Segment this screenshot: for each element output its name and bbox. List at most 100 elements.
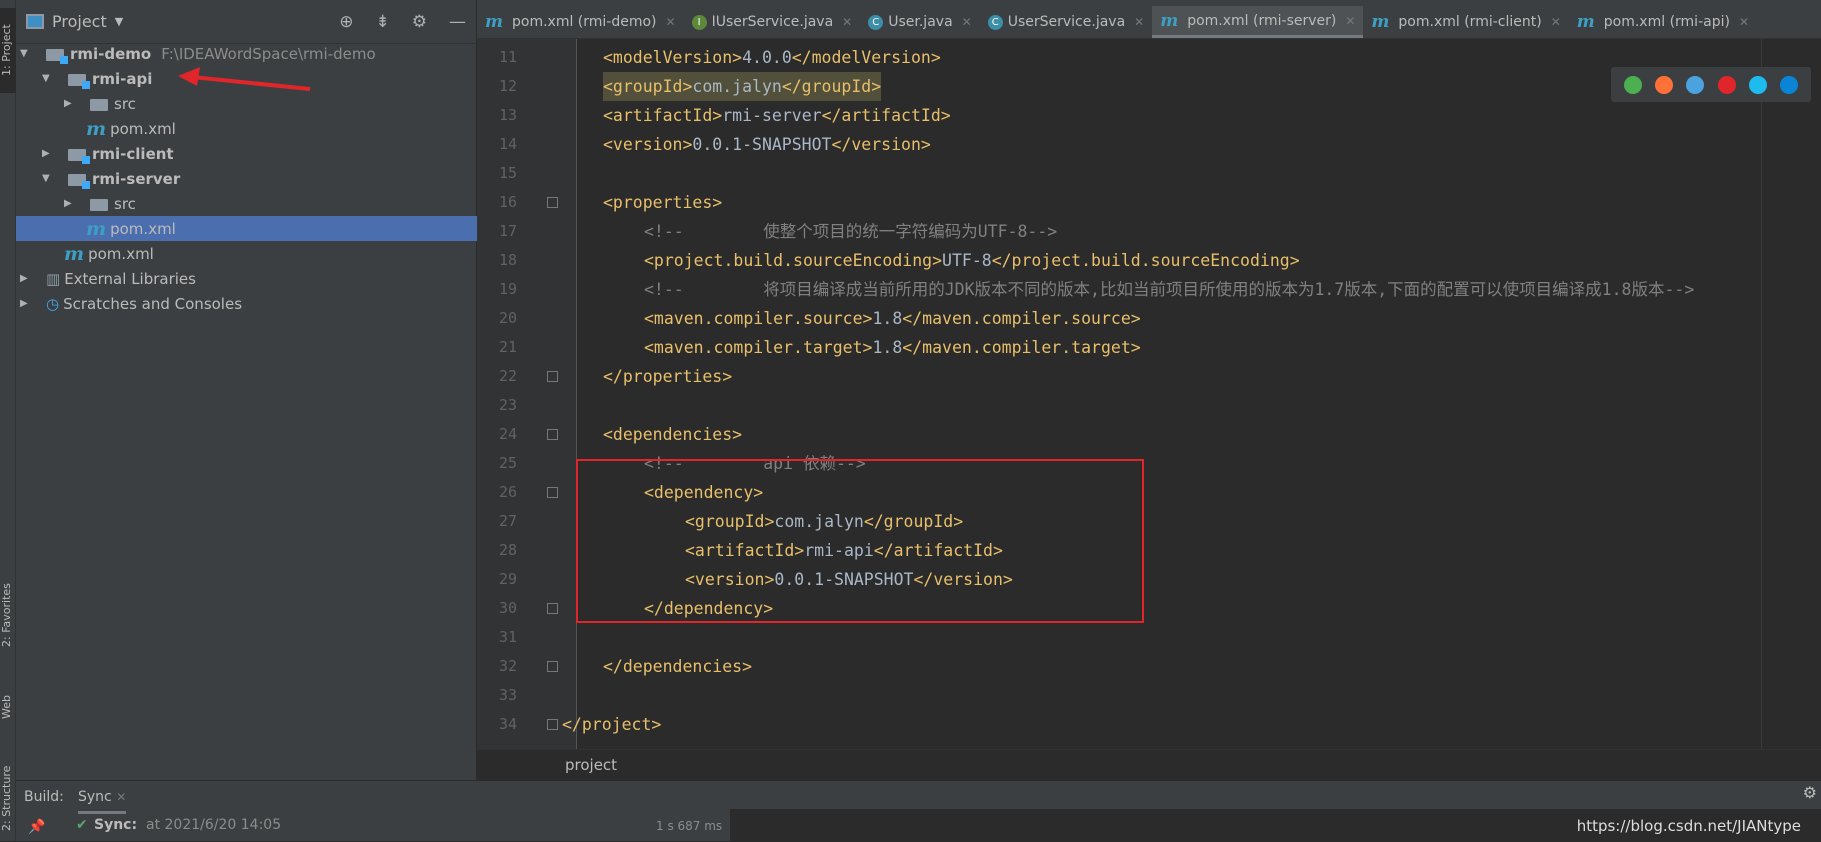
tree-item[interactable]: ▶ ▥ External Libraries xyxy=(16,266,477,291)
fold-marker-icon[interactable] xyxy=(547,603,558,614)
maven-icon: m xyxy=(1371,12,1390,32)
code-text: <project.build.sourceEncoding>UTF-8</pro… xyxy=(644,251,1300,270)
editor-tab[interactable]: C UserService.java ✕ xyxy=(980,6,1153,38)
code-line: 22 </properties> xyxy=(477,362,1821,391)
tree-item-label: pom.xml xyxy=(88,244,154,263)
tree-item-label: pom.xml xyxy=(110,119,176,138)
left-tool-strip: 1: Project 2: Favorites Web 2: Structure xyxy=(0,0,16,841)
breadcrumb-item[interactable]: project xyxy=(565,756,617,774)
code-text: </properties> xyxy=(603,367,733,386)
line-number: 13 xyxy=(498,106,517,124)
fold-marker-icon[interactable] xyxy=(547,371,558,382)
editor-tab[interactable]: m pom.xml (rmi-demo) ✕ xyxy=(477,6,684,38)
code-line: 34 </project> xyxy=(477,710,1821,739)
tab-label: pom.xml (rmi-demo) xyxy=(512,14,657,30)
close-icon[interactable]: ✕ xyxy=(1134,15,1144,29)
close-icon[interactable]: ✕ xyxy=(116,790,126,804)
tree-item-label: rmi-server xyxy=(92,169,181,188)
sync-status-title[interactable]: Sync: xyxy=(94,817,137,833)
tab-label: UserService.java xyxy=(1007,14,1126,30)
code-line: 31 xyxy=(477,623,1821,652)
safari-icon[interactable] xyxy=(1686,75,1705,94)
editor-tabs: m pom.xml (rmi-demo) ✕ I IUserService.java ✕ C… xyxy=(477,0,1821,39)
fold-marker-icon[interactable] xyxy=(547,719,558,730)
tree-item[interactable]: ▶ rmi-client xyxy=(16,141,477,166)
sync-tab[interactable]: Sync ✕ xyxy=(78,789,127,814)
code-text: <!-- 将项目编译成当前所用的JDK版本不同的版本,比如当前项目所使用的版本为… xyxy=(644,280,1695,299)
line-number: 32 xyxy=(498,657,517,675)
line-number: 26 xyxy=(498,483,517,501)
line-number: 19 xyxy=(498,280,517,298)
tree-item-label: pom.xml xyxy=(110,219,176,238)
close-icon[interactable]: ✕ xyxy=(1551,15,1561,29)
web-tool-tab[interactable]: Web xyxy=(0,680,16,735)
collapse-arrow-icon[interactable]: ▶ xyxy=(20,273,34,284)
editor-tab[interactable]: I IUserService.java ✕ xyxy=(684,6,861,38)
opera-icon[interactable] xyxy=(1717,75,1736,94)
editor-tab[interactable]: m pom.xml (rmi-client) ✕ xyxy=(1363,6,1568,38)
tree-item[interactable]: m pom.xml xyxy=(16,241,477,266)
code-text: <maven.compiler.target>1.8</maven.compil… xyxy=(644,338,1141,357)
code-line: 16 <properties> xyxy=(477,188,1821,217)
editor-tab[interactable]: m pom.xml (rmi-server) ✕ xyxy=(1152,6,1364,38)
line-number: 25 xyxy=(498,454,517,472)
fold-marker-icon[interactable] xyxy=(547,197,558,208)
close-icon[interactable]: ✕ xyxy=(842,15,852,29)
code-text: <version>0.0.1-SNAPSHOT</version> xyxy=(603,135,931,154)
minimize-icon[interactable]: — xyxy=(449,12,466,32)
code-editor[interactable]: 11 <modelVersion>4.0.0</modelVersion> 12 <g… xyxy=(477,39,1821,749)
line-number: 14 xyxy=(498,135,517,153)
chrome-icon[interactable] xyxy=(1623,75,1642,94)
class-icon: C xyxy=(987,14,1003,30)
code-line: 19 <!-- 将项目编译成当前所用的JDK版本不同的版本,比如当前项目所使用的版… xyxy=(477,275,1821,304)
tree-item[interactable]: ▶ src xyxy=(16,191,477,216)
line-number: 34 xyxy=(498,715,517,733)
edge-icon[interactable] xyxy=(1780,75,1799,94)
code-text: <!-- 使整个项目的统一字符编码为UTF-8--> xyxy=(644,222,1058,241)
watermark: https://blog.csdn.net/JIANtype xyxy=(1576,817,1801,835)
tab-label: pom.xml (rmi-api) xyxy=(1603,14,1730,30)
line-number: 17 xyxy=(498,222,517,240)
close-icon[interactable]: ✕ xyxy=(1739,15,1749,29)
tree-item-label: rmi-client xyxy=(92,144,174,163)
annotation-box xyxy=(576,459,1144,623)
close-icon[interactable]: ✕ xyxy=(1345,14,1355,28)
collapse-arrow-icon[interactable]: ▶ xyxy=(20,298,34,309)
editor-tab[interactable]: C User.java ✕ xyxy=(860,6,979,38)
fold-marker-icon[interactable] xyxy=(547,487,558,498)
tree-item[interactable]: ▶ ◷ Scratches and Consoles xyxy=(16,291,477,316)
tree-item-label: Scratches and Consoles xyxy=(63,294,243,313)
gear-icon[interactable]: ⚙ xyxy=(1803,783,1817,802)
module-folder-icon xyxy=(68,146,90,164)
favorites-tool-tab[interactable]: 2: Favorites xyxy=(0,570,16,660)
gear-icon[interactable]: ⚙ xyxy=(412,12,427,32)
sync-duration: 1 s 687 ms xyxy=(656,819,723,833)
tab-label: pom.xml (rmi-client) xyxy=(1398,14,1542,30)
close-icon[interactable]: ✕ xyxy=(962,15,972,29)
code-text: <properties> xyxy=(603,193,723,212)
firefox-icon[interactable] xyxy=(1654,75,1673,94)
code-line: 13 <artifactId>rmi-server</artifactId> xyxy=(477,101,1821,130)
sync-status-time: at 2021/6/20 14:05 xyxy=(146,817,282,833)
ie-icon[interactable] xyxy=(1748,75,1767,94)
fold-marker-icon[interactable] xyxy=(547,429,558,440)
close-icon[interactable]: ✕ xyxy=(666,15,676,29)
build-panel: Build: Sync ✕ 📌 ✔ Sync: at 2021/6/20 14:… xyxy=(16,780,1821,842)
expand-arrow-icon[interactable]: ▼ xyxy=(42,173,56,184)
fold-marker-icon[interactable] xyxy=(547,661,558,672)
editor-tab[interactable]: m pom.xml (rmi-api) ✕ xyxy=(1569,6,1757,38)
collapse-arrow-icon[interactable]: ▶ xyxy=(64,198,78,209)
line-number: 22 xyxy=(498,367,517,385)
collapse-arrow-icon[interactable]: ▶ xyxy=(42,148,56,159)
tab-label: IUserService.java xyxy=(711,14,834,30)
maven-icon: m xyxy=(86,217,107,240)
module-folder-icon xyxy=(68,171,90,189)
tree-item[interactable]: m pom.xml xyxy=(16,216,477,241)
pin-icon[interactable]: 📌 xyxy=(28,819,45,835)
code-line: 32 </dependencies> xyxy=(477,652,1821,681)
structure-tool-tab[interactable]: 2: Structure xyxy=(0,755,16,841)
line-number: 12 xyxy=(498,77,517,95)
code-text: <maven.compiler.source>1.8</maven.compil… xyxy=(644,309,1141,328)
code-text: <artifactId>rmi-server</artifactId> xyxy=(603,106,951,125)
tree-item[interactable]: ▼ rmi-server xyxy=(16,166,477,191)
